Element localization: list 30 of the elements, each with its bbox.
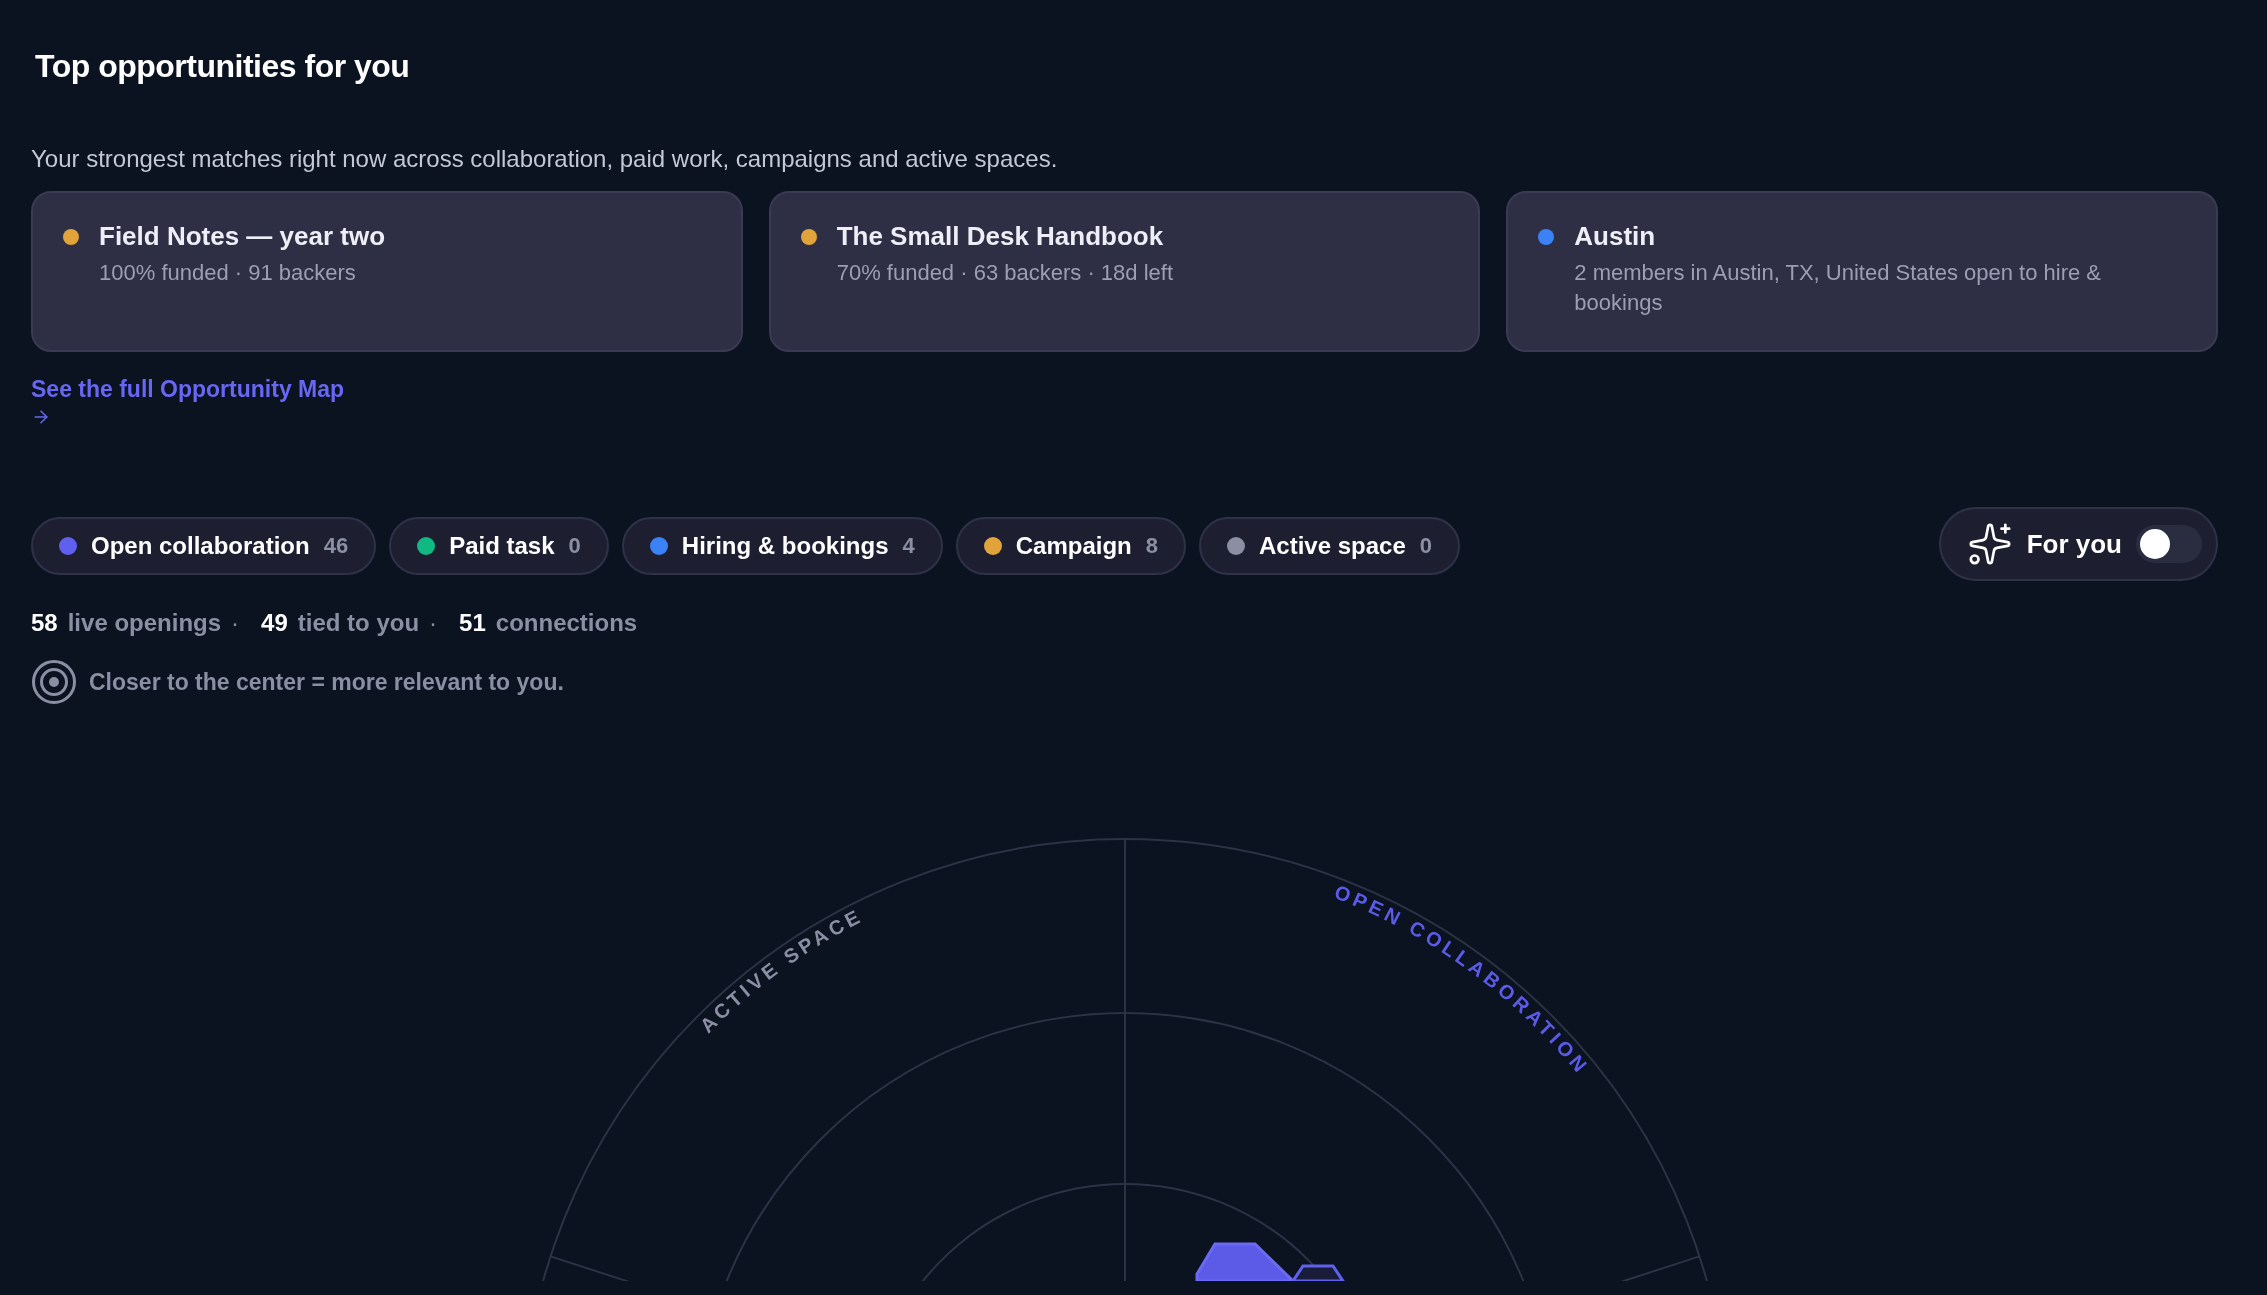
card-title: The Small Desk Handbook <box>836 221 1165 252</box>
card-detail: 70% funded · 63 backers · 18d left <box>836 259 1173 287</box>
filter-chip[interactable]: Hiring & bookings 4 <box>621 517 943 575</box>
section-subtitle: Your strongest matches right now across collaboration, paid work, campaigns and active spaces. <box>31 145 1059 173</box>
map-node[interactable] <box>1290 1264 1346 1281</box>
filter-chip[interactable]: Open collaboration 46 <box>31 517 377 575</box>
separator: · <box>429 609 438 637</box>
opportunity-map-link[interactable]: See the full Opportunity Map <box>31 376 345 427</box>
stat-text: live openings <box>67 609 222 637</box>
stat-number: 51 <box>459 609 486 637</box>
target-icon <box>31 659 77 705</box>
toggle-switch[interactable] <box>2136 525 2202 563</box>
stat-number: 49 <box>261 609 288 637</box>
card-detail: 2 members in Austin, TX, United States open to hire & bookings <box>1574 259 2102 317</box>
separator: · <box>231 609 240 637</box>
stat-text: tied to you <box>297 609 420 637</box>
section-title: Top opportunities for you <box>35 48 411 85</box>
stat-text: connections <box>495 609 638 637</box>
filter-chip[interactable]: Paid task 0 <box>389 517 609 575</box>
filter-chip[interactable]: Active space 0 <box>1199 517 1460 575</box>
toggle-label: For you <box>2026 528 2122 560</box>
filter-chip[interactable]: Campaign 8 <box>955 517 1186 575</box>
card-title: Field Notes — year two <box>99 221 386 252</box>
opportunity-card[interactable]: Austin 2 members in Austin, TX, United States open to hire & bookings <box>1506 191 2218 352</box>
card-title: Austin <box>1574 221 1657 252</box>
opportunity-card[interactable]: Field Notes — year two 100% funded · 91 backers <box>31 191 743 352</box>
opportunity-card[interactable]: The Small Desk Handbook 70% funded · 63 backers · 18d left <box>768 191 1481 352</box>
stat-number: 58 <box>31 609 58 637</box>
hint-text: Closer to the center = more relevant to you. <box>89 668 564 696</box>
card-detail: 100% funded · 91 backers <box>99 259 357 287</box>
